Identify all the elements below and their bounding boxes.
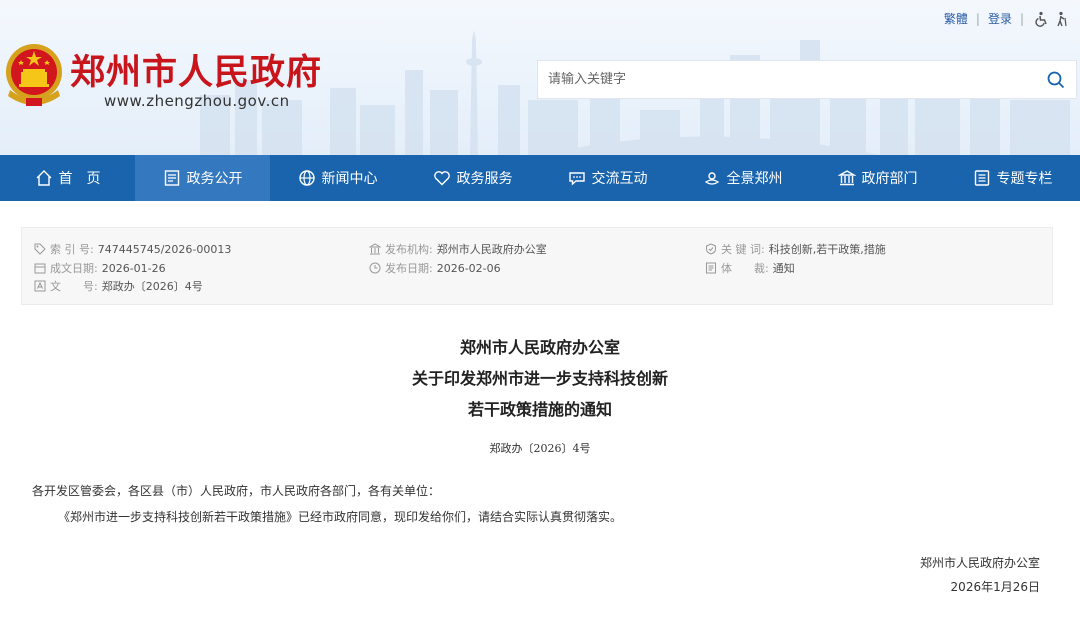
- article-title-line: 关于印发郑州市进一步支持科技创新: [411, 369, 668, 388]
- nav-item-departments[interactable]: 政府部门: [810, 155, 945, 201]
- site-header: 郑州市人民政府 www.zhengzhou.gov.cn 繁體 | 登录 |: [0, 0, 1080, 155]
- nav-label: 政务服务: [456, 171, 513, 187]
- tag-icon: [34, 243, 46, 255]
- divider: |: [975, 11, 980, 26]
- article-doc-number: 郑政办〔2026〕4号: [489, 442, 591, 455]
- article-title-line: 若干政策措施的通知: [467, 400, 612, 419]
- login-link[interactable]: 登录: [988, 10, 1012, 27]
- calendar-icon: [34, 263, 46, 274]
- clock-icon: [369, 262, 381, 274]
- nav-label: 新闻中心: [321, 171, 378, 187]
- meta-category: 体 裁: 通知: [705, 260, 795, 276]
- file-icon: [706, 262, 716, 274]
- traditional-chinese-link[interactable]: 繁體: [944, 10, 968, 27]
- nav-item-home[interactable]: 首 页: [0, 155, 135, 201]
- nav-label: 全景郑州: [726, 171, 783, 187]
- building-icon: [837, 170, 856, 186]
- nav-label: 专题专栏: [996, 171, 1053, 187]
- main-nav: 首 页 政务公开 新闻中心 政务服务 交流互动 全景郑州 政府部门 专题专栏: [0, 155, 1080, 201]
- site-title: 郑州市人民政府: [70, 52, 323, 93]
- search-button[interactable]: [1036, 61, 1076, 98]
- heart-icon: [433, 171, 450, 186]
- article-body: 《郑州市进一步支持科技创新若干政策措施》已经市政府同意，现印发给你们，请结合实际…: [58, 510, 623, 524]
- divider: |: [1019, 11, 1024, 26]
- meta-created-date: 成文日期: 2026-01-26: [34, 260, 166, 276]
- article-date: 2026年1月26日: [950, 580, 1040, 594]
- chat-icon: [568, 172, 585, 186]
- nav-label: 交流互动: [591, 171, 648, 187]
- article-title: 郑州市人民政府办公室 关于印发郑州市进一步支持科技创新 若干政策措施的通知: [0, 332, 1080, 425]
- nav-label: 政府部门: [861, 171, 918, 187]
- panorama-icon: [704, 172, 719, 185]
- meta-published-date: 发布日期: 2026-02-06: [369, 260, 501, 276]
- meta-index-number: 索 引 号: 747445745/2026-00013: [34, 241, 231, 257]
- search-bar: [537, 60, 1077, 99]
- nav-label: 首 页: [58, 171, 101, 187]
- list-icon: [974, 170, 989, 186]
- institution-icon: [369, 243, 381, 255]
- globe-icon: [298, 170, 315, 186]
- nav-item-topics[interactable]: 专题专栏: [945, 155, 1080, 201]
- home-icon: [36, 170, 51, 186]
- national-emblem-logo: [6, 44, 62, 106]
- nav-label: 政务公开: [186, 171, 243, 187]
- document-icon: [164, 170, 179, 186]
- wheelchair-accessibility-icon[interactable]: [1034, 11, 1050, 27]
- top-links: 繁體 | 登录 |: [944, 10, 1070, 27]
- article-title-line: 郑州市人民政府办公室: [459, 338, 620, 357]
- text-document-icon: [34, 280, 46, 292]
- search-icon: [1047, 71, 1065, 88]
- nav-item-news[interactable]: 新闻中心: [270, 155, 405, 201]
- article-signature: 郑州市人民政府办公室: [919, 556, 1040, 570]
- nav-item-gov-affairs[interactable]: 政务公开: [135, 155, 270, 201]
- search-input[interactable]: [538, 61, 1036, 98]
- meta-keywords: 关 键 词: 科技创新,若干政策,措施: [705, 241, 886, 257]
- shield-check-icon: [706, 243, 716, 255]
- nav-item-interaction[interactable]: 交流互动: [540, 155, 675, 201]
- nav-item-services[interactable]: 政务服务: [405, 155, 540, 201]
- meta-doc-number: 文 号: 郑政办〔2026〕4号: [34, 278, 203, 294]
- meta-issuer: 发布机构: 郑州市人民政府办公室: [369, 241, 547, 257]
- elderly-mode-icon[interactable]: [1054, 11, 1070, 27]
- site-url: www.zhengzhou.gov.cn: [104, 92, 290, 110]
- article-salutation: 各开发区管委会，各区县（市）人民政府，市人民政府各部门，各有关单位：: [32, 484, 441, 498]
- nav-item-panorama[interactable]: 全景郑州: [675, 155, 810, 201]
- document-meta-box: 索 引 号: 747445745/2026-00013 成文日期: 2026-0…: [21, 227, 1053, 305]
